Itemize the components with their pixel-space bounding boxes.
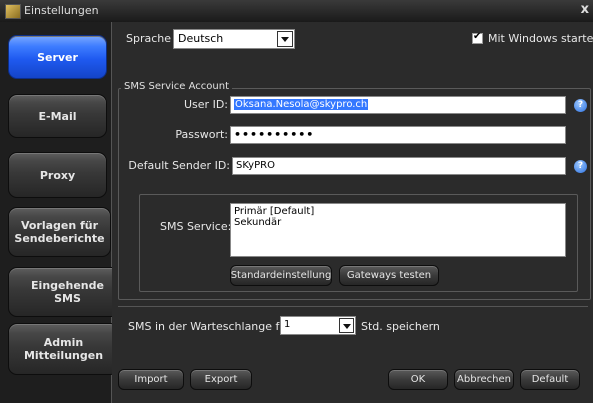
sidebar-item-server[interactable]: Server bbox=[8, 35, 107, 79]
help-icon[interactable]: ? bbox=[574, 99, 587, 112]
chevron-down-icon[interactable] bbox=[339, 318, 354, 333]
sms-service-label: SMS Service: bbox=[160, 220, 232, 233]
app-icon bbox=[5, 4, 21, 19]
window-title: Einstellungen bbox=[24, 4, 99, 17]
sms-service-account-title: SMS Service Account bbox=[121, 81, 233, 92]
cancel-button[interactable]: Abbrechen bbox=[454, 369, 514, 390]
sms-service-list[interactable]: Primär [Default] Sekundär bbox=[230, 203, 566, 257]
sidebar-item-report-templates[interactable]: Vorlagen für Sendeberichte bbox=[8, 207, 111, 257]
user-id-input[interactable]: Oksana.Nesola@skypro.ch bbox=[230, 96, 566, 114]
password-input[interactable]: •••••••••• bbox=[230, 126, 566, 144]
close-icon[interactable]: x bbox=[581, 2, 589, 17]
list-item[interactable]: Sekundär bbox=[234, 217, 562, 228]
title-bar: Einstellungen x bbox=[0, 0, 593, 23]
sender-id-input[interactable]: SKyPRO bbox=[232, 157, 566, 175]
chevron-down-icon[interactable] bbox=[277, 31, 293, 47]
user-id-value: Oksana.Nesola@skypro.ch bbox=[234, 99, 369, 110]
language-label: Sprache bbox=[126, 32, 172, 45]
queue-unit-label: Std. speichern bbox=[361, 320, 440, 333]
default-button[interactable]: Default bbox=[520, 369, 580, 390]
queue-hours-select[interactable]: 1 bbox=[280, 316, 356, 335]
user-id-label: User ID: bbox=[184, 98, 228, 111]
import-button[interactable]: Import bbox=[118, 369, 184, 390]
ok-button[interactable]: OK bbox=[388, 369, 448, 390]
divider bbox=[118, 306, 588, 307]
export-button[interactable]: Export bbox=[190, 369, 252, 390]
list-item[interactable]: Primär [Default] bbox=[234, 206, 562, 217]
sidebar-item-incoming-sms[interactable]: Eingehende SMS bbox=[8, 267, 127, 317]
sender-id-label: Default Sender ID: bbox=[128, 159, 230, 172]
language-value: Deutsch bbox=[178, 32, 224, 45]
sidebar-item-admin-messages[interactable]: Admin Mitteilungen bbox=[8, 323, 119, 375]
queue-label: SMS in der Warteschlange für bbox=[128, 320, 291, 333]
queue-hours-value: 1 bbox=[284, 319, 291, 330]
language-select[interactable]: Deutsch bbox=[173, 29, 295, 49]
sidebar: Server E-Mail Proxy Vorlagen für Sendebe… bbox=[0, 22, 127, 403]
test-gateways-button[interactable]: Gateways testen bbox=[339, 265, 439, 286]
start-with-windows-label: Mit Windows starten bbox=[488, 32, 593, 45]
sidebar-item-proxy[interactable]: Proxy bbox=[8, 152, 107, 198]
settings-panel: Sprache Deutsch Mit Windows starten SMS … bbox=[112, 22, 593, 403]
password-label: Passwort: bbox=[175, 128, 228, 141]
start-with-windows-checkbox[interactable] bbox=[472, 31, 483, 44]
sidebar-item-email[interactable]: E-Mail bbox=[8, 94, 107, 138]
help-icon[interactable]: ? bbox=[574, 160, 587, 173]
default-settings-button[interactable]: Standardeinstellung bbox=[230, 265, 332, 286]
